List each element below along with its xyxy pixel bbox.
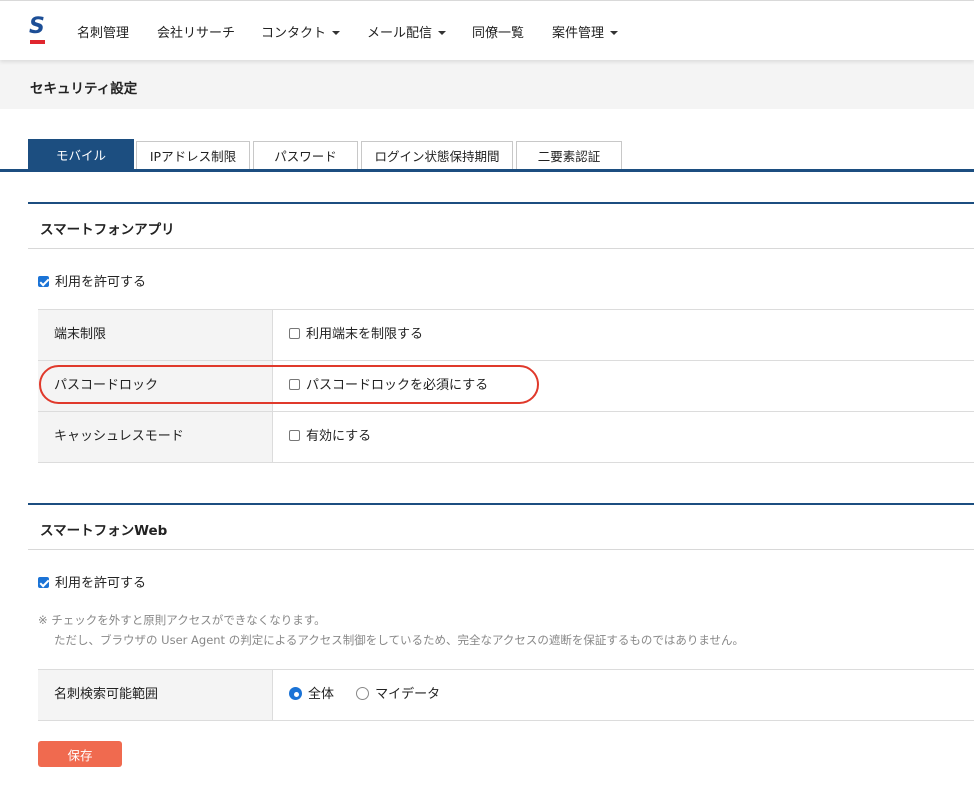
checkbox-icon[interactable] [289,328,300,339]
chevron-down-icon [610,30,619,35]
row-value: 有効にする [289,412,371,462]
checkbox-icon[interactable] [289,430,300,441]
option-label: マイデータ [375,687,441,702]
nav-item-company-research[interactable]: 会社リサーチ [157,22,235,41]
checkbox-checked-icon[interactable] [38,276,49,287]
chevron-down-icon [332,30,341,35]
nav-item-contact-label: コンタクト [261,26,327,41]
tab-password[interactable]: パスワード [253,141,358,170]
nav-item-mail-label: メール配信 [367,26,433,41]
row-label: パスコードロック [38,361,273,411]
row-label: 名刺検索可能範囲 [38,670,273,720]
table-row-search-scope: 名刺検索可能範囲 全体 マイデータ [38,670,974,721]
tab-mobile[interactable]: モバイル [28,139,134,170]
warning-note-line1: ※ チェックを外すと原則アクセスができなくなります。 [38,613,326,627]
row-value: 全体 マイデータ [289,670,440,720]
web-allow-checkbox[interactable]: 利用を許可する [38,572,146,591]
option-label: 全体 [308,687,335,702]
section-subdivider [28,248,974,249]
table-row-passcode-lock: パスコードロック パスコードロックを必須にする [38,361,974,412]
app-allow-checkbox[interactable]: 利用を許可する [38,271,146,290]
row-label: キャッシュレスモード [38,412,273,462]
scope-radio-mydata[interactable]: マイデータ [356,687,440,702]
nav-item-deals[interactable]: 案件管理 [552,22,619,41]
table-row-device-restriction: 端末制限 利用端末を制限する [38,310,974,361]
cashless-mode-checkbox[interactable]: 有効にする [289,429,371,444]
row-value: パスコードロックを必須にする [289,361,488,411]
checkbox-icon[interactable] [289,379,300,390]
warning-note-line2: ただし、ブラウザの User Agent の判定によるアクセス制御をしているため… [54,633,745,647]
logo-underline [30,40,45,44]
section-divider [28,503,974,505]
nav-item-contact[interactable]: コンタクト [261,22,341,41]
option-label: 利用端末を制限する [306,327,424,342]
sansan-logo[interactable]: S [29,14,47,46]
section-divider [28,202,974,204]
nav-item-colleagues[interactable]: 同僚一覧 [472,22,524,41]
radio-icon[interactable] [356,687,370,700]
logo-s-glyph: S [29,14,45,39]
row-value: 利用端末を制限する [289,310,423,360]
nav-item-deals-label: 案件管理 [552,26,605,41]
web-allow-label: 利用を許可する [55,576,147,591]
section-subdivider [28,549,974,550]
option-label: パスコードロックを必須にする [306,378,489,393]
device-restriction-checkbox[interactable]: 利用端末を制限する [289,327,423,342]
checkbox-checked-icon[interactable] [38,577,49,588]
app-allow-label: 利用を許可する [55,275,147,290]
nav-item-business-cards[interactable]: 名刺管理 [77,22,129,41]
tab-login-retention[interactable]: ログイン状態保持期間 [361,141,513,170]
nav-item-mail[interactable]: メール配信 [367,22,447,41]
passcode-lock-checkbox[interactable]: パスコードロックを必須にする [289,378,488,393]
tab-ip-restriction[interactable]: IPアドレス制限 [136,141,250,170]
top-navigation: S 名刺管理 会社リサーチ コンタクト メール配信 同僚一覧 案件管理 [0,0,974,60]
chevron-down-icon [438,30,447,35]
table-row-cashless-mode: キャッシュレスモード 有効にする [38,412,974,463]
scope-radio-all[interactable]: 全体 [289,687,334,702]
row-label: 端末制限 [38,310,273,360]
save-button[interactable]: 保存 [38,741,122,767]
page-header: セキュリティ設定 [0,60,974,109]
section-title-app: スマートフォンアプリ [40,222,175,238]
radio-selected-icon[interactable] [289,687,302,700]
tab-underline [0,169,974,172]
section-title-web: スマートフォンWeb [40,523,168,539]
tab-two-factor[interactable]: 二要素認証 [516,141,622,170]
option-label: 有効にする [306,429,372,444]
page-title: セキュリティ設定 [30,81,138,97]
